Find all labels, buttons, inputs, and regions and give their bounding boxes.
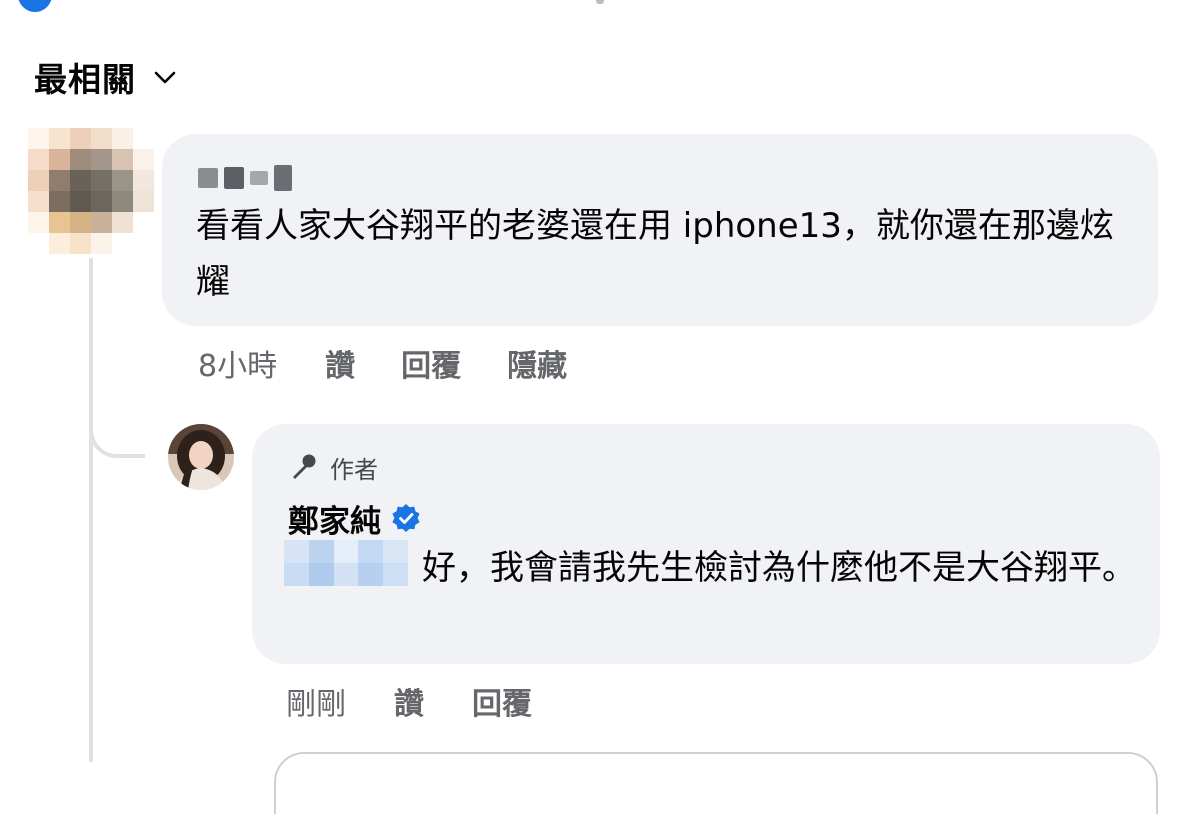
comment-text: 看看人家大谷翔平的老婆還在用 iphone13，就你還在那邊炫耀 (196, 206, 1114, 302)
sort-label: 最相關 (34, 60, 136, 99)
like-button[interactable]: 讚 (394, 679, 424, 723)
reply-actions: 剛剛 讚 回覆 (286, 678, 580, 724)
comment-actions: 8小時 讚 回覆 隱藏 (198, 340, 613, 386)
like-button[interactable]: 讚 (325, 341, 355, 385)
next-comment-bubble[interactable] (274, 752, 1158, 814)
reply-timestamp[interactable]: 剛剛 (286, 679, 346, 723)
avatar[interactable] (28, 128, 154, 254)
microphone-icon (293, 454, 316, 479)
author-badge-label: 作者 (330, 455, 378, 484)
author-avatar[interactable] (168, 424, 234, 490)
author-badge: 作者 (288, 448, 378, 486)
commenter-name-redacted[interactable] (198, 160, 306, 196)
chevron-down-icon (154, 71, 176, 84)
author-name-row: 鄭家純 (288, 496, 421, 540)
reply-button[interactable]: 回覆 (401, 341, 461, 385)
top-partial-icon (18, 0, 52, 12)
thread-line (89, 258, 93, 762)
sort-selector[interactable]: 最相關 (34, 52, 178, 102)
reply-text: 好，我會請我先生檢討為什麼他不是大谷翔平。 (422, 548, 1136, 588)
thread-connector (89, 380, 145, 458)
top-partial-glyph (596, 0, 604, 4)
verified-badge-icon (392, 504, 420, 532)
comment-timestamp[interactable]: 8小時 (198, 341, 277, 385)
hide-button[interactable]: 隱藏 (507, 341, 567, 385)
reply-button[interactable]: 回覆 (472, 679, 532, 723)
author-name[interactable]: 鄭家純 (288, 496, 381, 541)
